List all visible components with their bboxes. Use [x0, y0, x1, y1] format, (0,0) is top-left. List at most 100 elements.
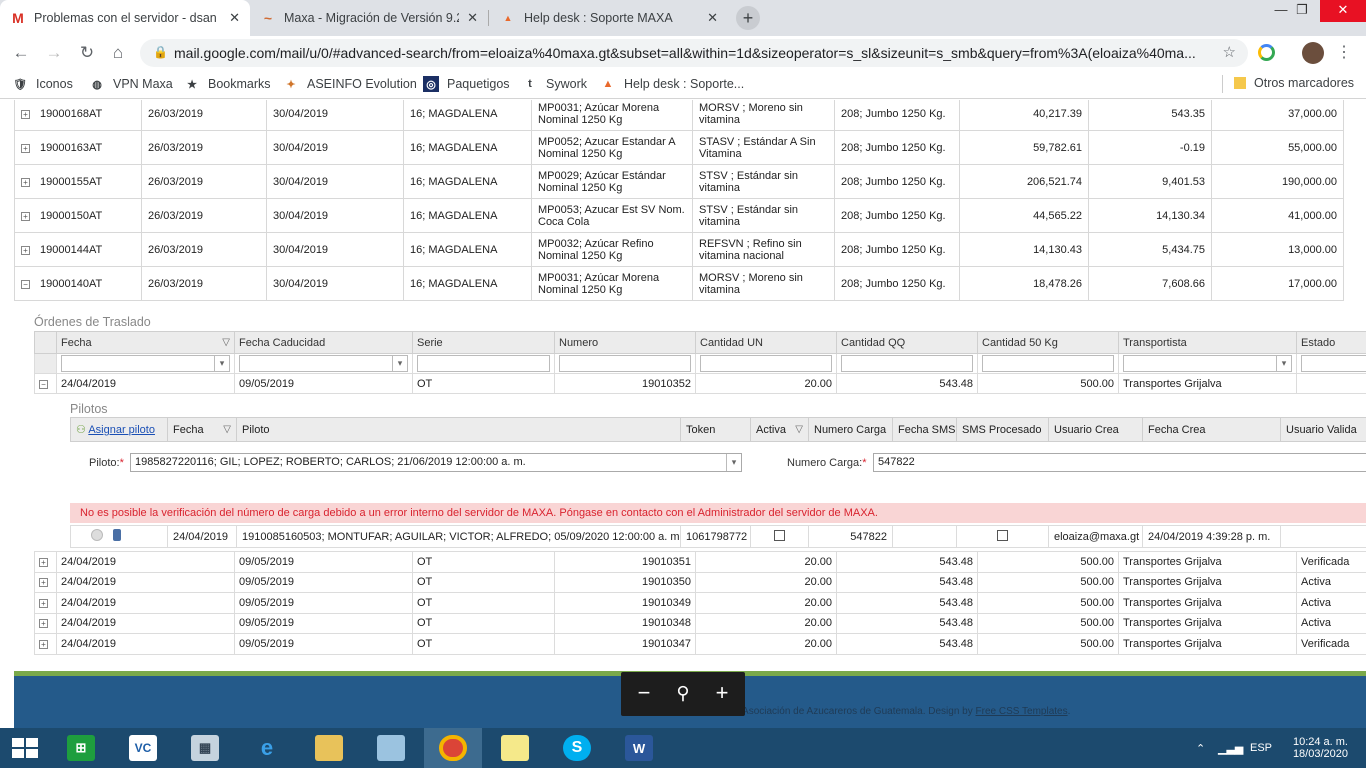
expand-icon[interactable]: + — [21, 109, 30, 119]
tab-help-desk[interactable]: ▲ Help desk : Soporte MAXA ✕ — [490, 0, 728, 36]
col-pilot-sms-procesado[interactable]: SMS Procesado — [956, 417, 1049, 442]
piloto-select[interactable]: 1985827220116; GIL; LOPEZ; ROBERTO; CARL… — [130, 453, 742, 472]
close-window-button[interactable]: ✕ — [1320, 0, 1366, 22]
bookmark-sywork[interactable]: t Sywork — [522, 76, 587, 92]
col-fecha[interactable]: Fecha ▽ — [56, 331, 235, 354]
taskbar-notes[interactable] — [486, 728, 544, 768]
filter-icon[interactable]: ▽ — [223, 424, 231, 435]
taskbar-chrome[interactable] — [424, 728, 482, 768]
col-numero[interactable]: Numero — [554, 331, 696, 354]
zoom-reset-button[interactable]: ⚲ — [668, 681, 698, 707]
chevron-down-icon[interactable]: ▾ — [1276, 356, 1291, 371]
footer-link[interactable]: Free CSS Templates — [976, 706, 1068, 717]
expand-icon[interactable]: + — [21, 245, 30, 255]
bookmark-other[interactable]: Otros marcadores — [1234, 76, 1354, 90]
col-estado[interactable]: Estado — [1296, 331, 1366, 354]
windows-start-icon[interactable] — [12, 738, 38, 758]
close-icon[interactable]: ✕ — [229, 10, 240, 26]
col-pilot-activa[interactable]: Activa ▽ — [750, 417, 809, 442]
expand-icon[interactable]: + — [21, 211, 30, 221]
network-icon[interactable]: ▁▃▅ — [1218, 728, 1243, 768]
bookmark-help-desk[interactable]: ▲ Help desk : Soporte... — [600, 76, 745, 92]
col-pilot-piloto[interactable]: Piloto — [236, 417, 681, 442]
chevron-down-icon[interactable]: ▾ — [726, 454, 741, 471]
ordenes-row[interactable]: +24/04/2019 09/05/2019 OT 19010351 20.00 543.… — [34, 551, 1366, 573]
zoom-out-button[interactable]: − — [629, 681, 659, 707]
tray-chevron-icon[interactable]: ⌃ — [1196, 728, 1205, 768]
expand-icon[interactable]: + — [39, 639, 48, 649]
address-bar[interactable]: 🔒 mail.google.com/mail/u/0/#advanced-sea… — [140, 39, 1248, 67]
close-icon[interactable]: ✕ — [467, 10, 478, 26]
taskbar-explorer[interactable] — [300, 728, 358, 768]
back-button[interactable]: ← — [8, 40, 34, 66]
col-fecha-caducidad[interactable]: Fecha Caducidad — [234, 331, 413, 354]
filter-numero-input[interactable] — [559, 355, 691, 372]
expand-icon[interactable]: + — [39, 557, 48, 567]
bookmark-iconos[interactable]: 🛡 Iconos — [12, 76, 73, 92]
forward-button[interactable]: → — [41, 40, 67, 66]
url-text[interactable]: mail.google.com/mail/u/0/#advanced-searc… — [174, 45, 1204, 61]
col-pilot-token[interactable]: Token — [680, 417, 751, 442]
ordenes-row[interactable]: +24/04/2019 09/05/2019 OT 19010348 20.00 543.… — [34, 612, 1366, 634]
col-pilot-usuario-crea[interactable]: Usuario Crea — [1048, 417, 1143, 442]
taskbar-app[interactable] — [362, 728, 420, 768]
filter-qq-input[interactable] — [841, 355, 973, 372]
expand-icon[interactable]: + — [21, 177, 30, 187]
collapse-icon[interactable]: − — [39, 379, 48, 389]
select-radio[interactable] — [91, 529, 103, 541]
col-cantidad-un[interactable]: Cantidad UN — [695, 331, 837, 354]
col-pilot-usuario-valida[interactable]: Usuario Valida — [1280, 417, 1366, 442]
restore-button[interactable]: ❐ — [1282, 0, 1322, 22]
bookmark-star-icon[interactable]: ☆ — [1223, 43, 1236, 61]
filter-icon[interactable]: ▽ — [795, 424, 803, 435]
table-row[interactable]: +19000155AT 26/03/2019 30/04/2019 16; MAGDA… — [14, 164, 1344, 199]
table-row[interactable]: −19000140AT 26/03/2019 30/04/2019 16; MAGDA… — [14, 266, 1344, 301]
ordenes-row[interactable]: +24/04/2019 09/05/2019 OT 19010350 20.00 543.… — [34, 571, 1366, 593]
filter-fecha-input[interactable]: ▾ — [61, 355, 230, 372]
chevron-down-icon[interactable]: ▾ — [214, 356, 229, 371]
reload-button[interactable]: ↻ — [74, 40, 100, 66]
col-serie[interactable]: Serie — [412, 331, 555, 354]
filter-transportista-input[interactable]: ▾ — [1123, 355, 1292, 372]
numero-carga-input[interactable]: 547822 — [873, 453, 1366, 472]
filter-caducidad-input[interactable]: ▾ — [239, 355, 408, 372]
asignar-piloto-link[interactable]: Asignar piloto — [88, 424, 155, 436]
filter-icon[interactable]: ▽ — [222, 337, 230, 348]
col-transportista[interactable]: Transportista — [1118, 331, 1297, 354]
sms-procesado-checkbox[interactable] — [997, 529, 1008, 541]
bookmark-bookmarks[interactable]: ★ Bookmarks — [184, 76, 270, 92]
clock[interactable]: 10:24 a. m. 18/03/2020 — [1286, 728, 1348, 768]
language-indicator[interactable]: ESP — [1250, 728, 1272, 768]
expand-icon[interactable]: + — [39, 598, 48, 608]
col-cantidad-50kg[interactable]: Cantidad 50 Kg — [977, 331, 1119, 354]
new-tab-button[interactable]: + — [736, 6, 760, 30]
filter-un-input[interactable] — [700, 355, 832, 372]
taskbar-calc-app[interactable]: ⊞ — [52, 728, 110, 768]
close-icon[interactable]: ✕ — [707, 10, 718, 26]
ordenes-row[interactable]: +24/04/2019 09/05/2019 OT 19010349 20.00 543.… — [34, 592, 1366, 614]
ordenes-row[interactable]: +24/04/2019 09/05/2019 OT 19010347 20.00 543.… — [34, 633, 1366, 655]
bookmark-vpn-maxa[interactable]: ◍ VPN Maxa — [89, 76, 173, 92]
expand-icon[interactable]: + — [39, 578, 48, 588]
filter-50kg-input[interactable] — [982, 355, 1114, 372]
taskbar-ie[interactable]: e — [238, 728, 296, 768]
col-pilot-fecha-sms[interactable]: Fecha SMS — [892, 417, 957, 442]
taskbar-vnc[interactable]: VC — [114, 728, 172, 768]
table-row[interactable]: +19000163AT 26/03/2019 30/04/2019 16; MAGDA… — [14, 130, 1344, 165]
expand-icon[interactable]: + — [39, 619, 48, 629]
chevron-down-icon[interactable]: ▾ — [392, 356, 407, 371]
taskbar-word[interactable]: W — [610, 728, 668, 768]
taskbar-skype[interactable]: S — [548, 728, 606, 768]
pilot-row[interactable]: 24/04/2019 1910085160503; MONTUFAR; AGUI… — [70, 525, 1366, 548]
tab-gmail[interactable]: M Problemas con el servidor - dsan ✕ — [0, 0, 250, 36]
table-row[interactable]: +19000144AT 26/03/2019 30/04/2019 16; MAGDA… — [14, 232, 1344, 267]
tab-maxa-migracion[interactable]: ~ Maxa - Migración de Versión 9.2 ✕ — [250, 0, 488, 36]
col-cantidad-qq[interactable]: Cantidad QQ — [836, 331, 978, 354]
extension-icon[interactable] — [1258, 44, 1275, 61]
bookmark-paquetigos[interactable]: ◎ Paquetigos — [423, 76, 510, 92]
bookmark-aseinfo[interactable]: ✦ ASEINFO Evolution — [283, 76, 416, 92]
table-row[interactable]: +19000168AT 26/03/2019 30/04/2019 16; MAGDA… — [14, 100, 1344, 131]
col-pilot-fecha-crea[interactable]: Fecha Crea — [1142, 417, 1281, 442]
zoom-in-button[interactable]: + — [707, 681, 737, 707]
profile-avatar[interactable] — [1302, 42, 1324, 64]
